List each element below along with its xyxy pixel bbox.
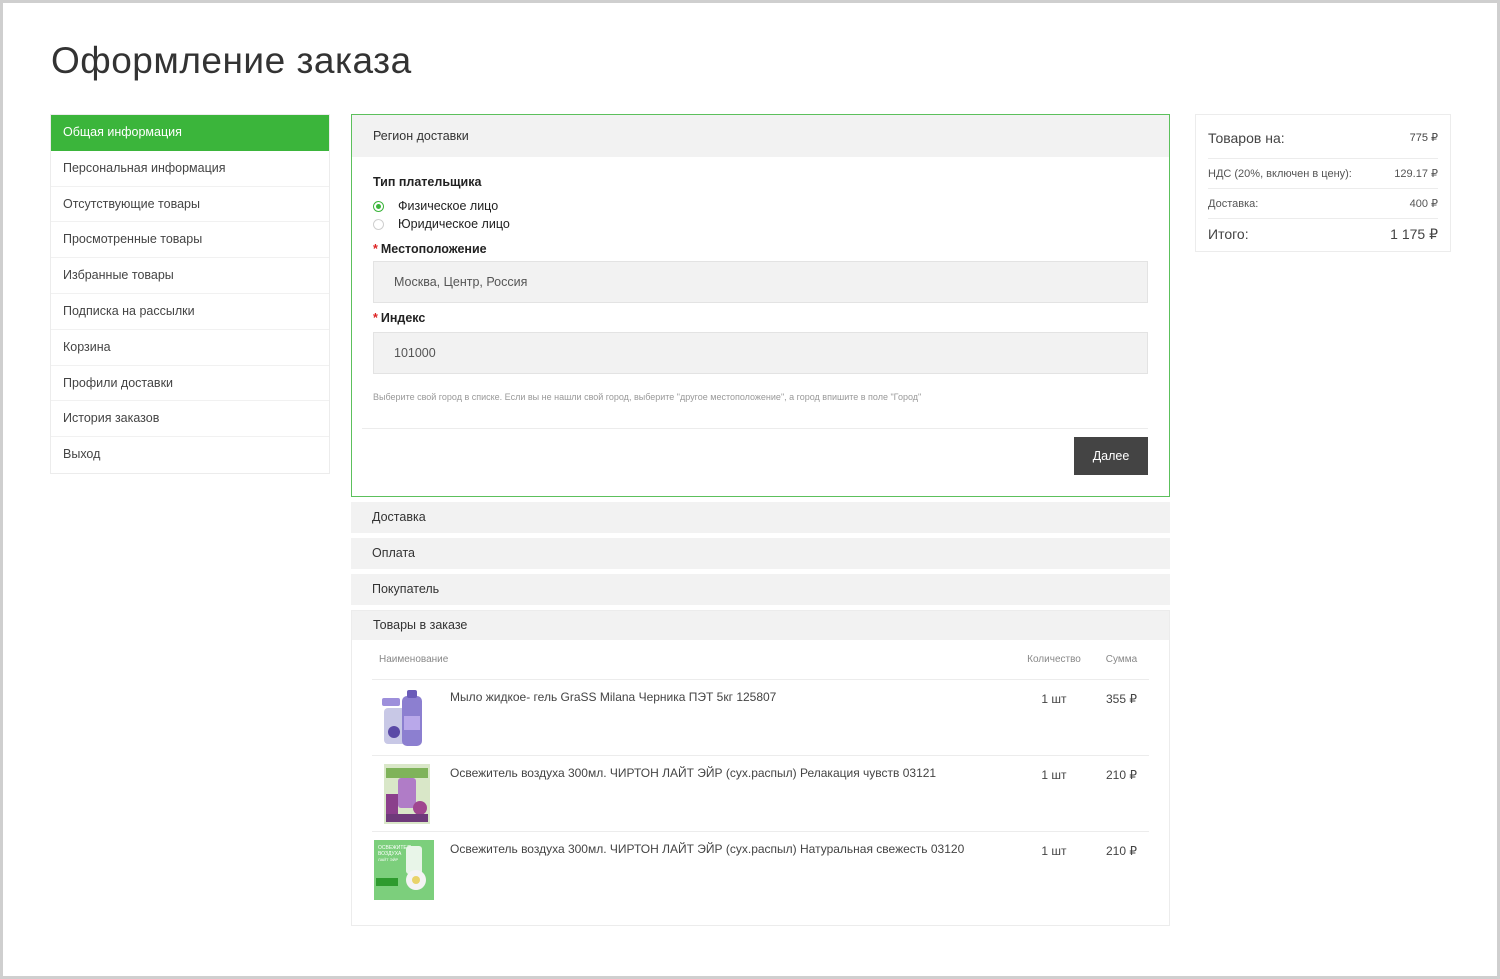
sidebar-item-personal-info[interactable]: Персональная информация [51,151,329,187]
sidebar-item-delivery-profiles[interactable]: Профили доставки [51,366,329,402]
table-row: Освежитель воздуха 300мл. ЧИРТОН ЛАЙТ ЭЙ… [372,756,1149,832]
product-image-soap[interactable] [372,688,434,748]
summary-delivery-value: 400 ₽ [1409,198,1438,210]
table-row: Мыло жидкое- гель GraSS Milana Черника П… [372,680,1149,756]
summary-delivery-label: Доставка: [1208,197,1259,210]
summary-delivery-row: Доставка: 400 ₽ [1208,189,1438,219]
divider [362,428,1148,429]
section-delivery[interactable]: Доставка [351,502,1170,533]
product-name[interactable]: Мыло жидкое- гель GraSS Milana Черника П… [434,688,1014,755]
checkout-main: Регион доставки Тип плательщика Физическ… [351,114,1170,926]
payer-option-individual[interactable]: Физическое лицо [373,199,1148,213]
product-sum: 210 ₽ [1106,768,1137,782]
required-mark: * [373,311,378,325]
sidebar: Общая информация Персональная информация… [50,114,330,474]
sidebar-item-viewed-goods[interactable]: Просмотренные товары [51,222,329,259]
sidebar-item-missing-goods[interactable]: Отсутствующие товары [51,187,329,223]
page-title: Оформление заказа [51,40,412,81]
sidebar-item-logout[interactable]: Выход [51,437,329,473]
product-name[interactable]: Освежитель воздуха 300мл. ЧИРТОН ЛАЙТ ЭЙ… [434,764,1014,831]
column-name: Наименование [379,654,449,665]
product-sum: 210 ₽ [1106,844,1137,858]
sidebar-item-general-info[interactable]: Общая информация [51,115,329,151]
image-text: ЛАЙТ ЭЙР [378,857,398,862]
table-row: ОСВЕЖИТЕЛЬ ВОЗДУХА ЛАЙТ ЭЙР Освежитель в… [372,832,1149,908]
payer-option-individual-label: Физическое лицо [398,199,499,213]
index-label: * Индекс [373,311,1148,325]
location-label: * Местоположение [373,242,1148,256]
next-button[interactable]: Далее [1074,437,1148,475]
radio-unchecked-icon[interactable] [373,218,384,230]
product-qty: 1 шт [1041,768,1067,782]
payer-option-legal-label: Юридическое лицо [398,217,510,231]
payer-option-legal[interactable]: Юридическое лицо [373,217,1148,231]
column-qty: Количество [1027,654,1081,665]
delivery-region-body: Тип плательщика Физическое лицо Юридичес… [352,157,1169,402]
order-products-block: Товары в заказе Наименование Количество … [351,610,1170,926]
location-hint: Выберите свой город в списке. Если вы не… [373,392,922,402]
order-products-header[interactable]: Товары в заказе [352,611,1169,640]
product-name[interactable]: Освежитель воздуха 300мл. ЧИРТОН ЛАЙТ ЭЙ… [434,840,1014,908]
location-input[interactable]: Москва, Центр, Россия [373,261,1148,303]
summary-goods-label: Товаров на: [1208,129,1285,146]
summary-total-label: Итого: [1208,226,1249,242]
column-sum: Сумма [1105,654,1138,665]
sidebar-item-favorites[interactable]: Избранные товары [51,258,329,294]
index-input[interactable]: 101000 [373,332,1148,374]
radio-checked-icon[interactable] [373,200,384,212]
summary-total-value: 1 175 ₽ [1390,225,1438,242]
required-mark: * [373,242,378,256]
location-label-text: Местоположение [380,242,487,256]
delivery-region-block: Регион доставки Тип плательщика Физическ… [351,114,1170,497]
order-summary: Товаров на: 775 ₽ НДС (20%, включен в це… [1195,114,1451,252]
summary-vat-label: НДС (20%, включен в цену): [1208,167,1352,180]
section-payment[interactable]: Оплата [351,538,1170,569]
summary-total-row: Итого: 1 175 ₽ [1208,219,1438,249]
product-sum: 355 ₽ [1106,692,1137,706]
product-qty: 1 шт [1041,844,1067,858]
summary-vat-value: 129.17 ₽ [1394,168,1438,180]
index-label-text: Индекс [380,311,426,325]
sidebar-item-order-history[interactable]: История заказов [51,401,329,438]
summary-goods-value: 775 ₽ [1409,132,1438,144]
products-table-header: Наименование Количество Сумма [372,640,1149,680]
section-buyer[interactable]: Покупатель [351,574,1170,605]
summary-goods-row: Товаров на: 775 ₽ [1208,115,1438,159]
sidebar-item-cart[interactable]: Корзина [51,330,329,366]
product-qty: 1 шт [1041,692,1067,706]
summary-vat-row: НДС (20%, включен в цену): 129.17 ₽ [1208,159,1438,189]
product-image-freshener-green[interactable]: ОСВЕЖИТЕЛЬ ВОЗДУХА ЛАЙТ ЭЙР [372,840,434,900]
payer-type-label: Тип плательщика [373,175,482,189]
product-image-freshener-purple[interactable] [372,764,434,824]
sidebar-item-subscriptions[interactable]: Подписка на рассылки [51,294,329,330]
delivery-region-header[interactable]: Регион доставки [352,115,1169,157]
